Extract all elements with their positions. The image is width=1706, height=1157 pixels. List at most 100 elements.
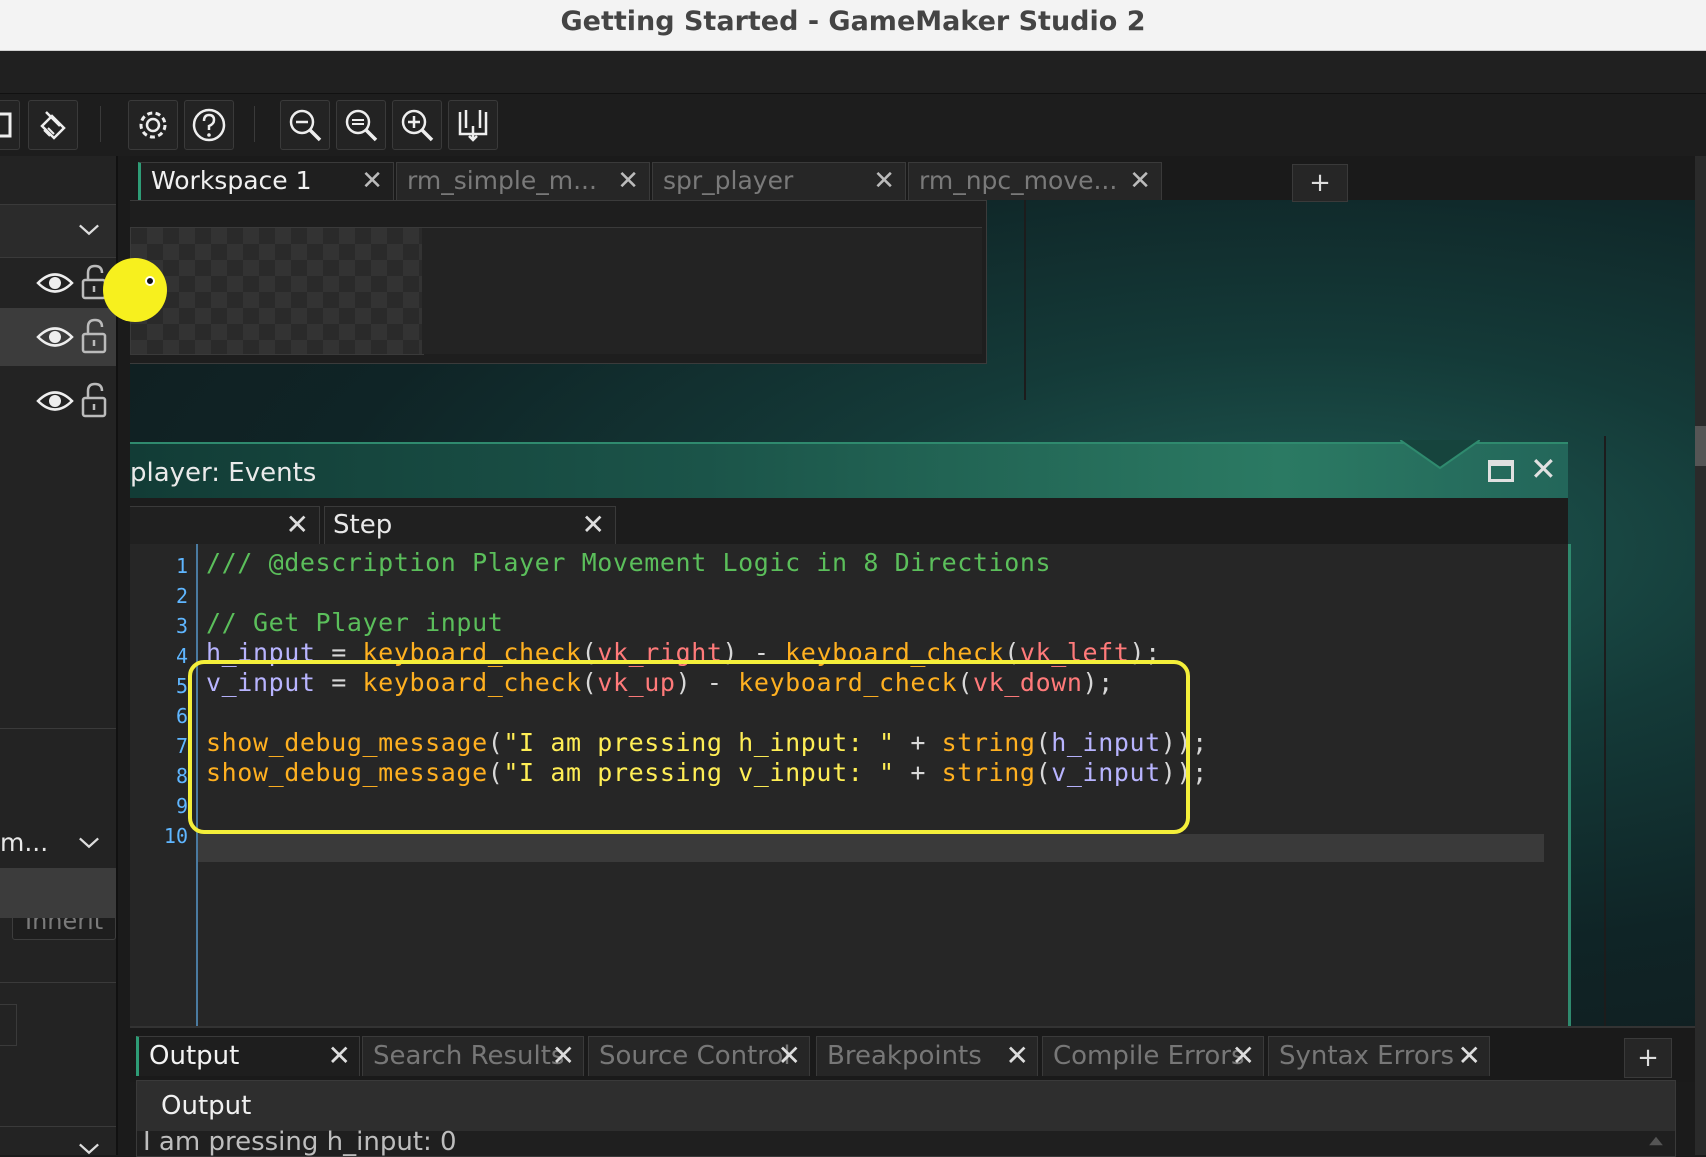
instance-dropdown[interactable]: m... [0, 818, 116, 868]
help-button[interactable] [184, 100, 234, 150]
code-line: // Get Player input [206, 608, 503, 637]
zoom-out-button[interactable] [280, 100, 330, 150]
close-icon[interactable]: ✕ [1232, 1037, 1255, 1075]
stop-icon [0, 112, 12, 138]
panel-button[interactable] [0, 1004, 17, 1046]
settings-button[interactable] [128, 100, 178, 150]
events-window-title: player: Events [130, 458, 317, 488]
room-layers-panel: Inherit m... [0, 156, 118, 1155]
add-tab-button[interactable]: + [1292, 164, 1348, 202]
close-icon[interactable]: ✕ [873, 163, 895, 199]
chevron-down-icon [79, 837, 99, 849]
help-icon [192, 108, 226, 142]
line-number: 6 [175, 704, 188, 728]
close-icon[interactable]: ✕ [778, 1037, 801, 1075]
close-icon[interactable]: ✕ [1129, 163, 1151, 199]
tab-label: Source Control [599, 1041, 791, 1071]
close-icon[interactable]: ✕ [582, 507, 605, 543]
sprite-editor-area [422, 227, 982, 354]
tab-event-create[interactable]: ✕ [130, 506, 320, 544]
object-events-window: player: Events ✕ ✕ Step ✕ 1 2 3 4 5 6 7 … [130, 440, 1571, 1026]
tab-rm-simple[interactable]: rm_simple_m... ✕ [396, 162, 650, 200]
clean-button[interactable] [28, 100, 78, 150]
tab-label: Step [333, 510, 393, 540]
close-icon[interactable]: ✕ [617, 163, 639, 199]
sprite-eye [145, 276, 155, 286]
toolbar-separator [254, 106, 255, 142]
right-panel-strip [1695, 156, 1706, 1155]
scrollbar-thumb[interactable] [1695, 426, 1706, 466]
zoom-in-button[interactable] [392, 100, 442, 150]
layer-row-selected[interactable] [0, 308, 116, 366]
title-bar: Getting Started - GameMaker Studio 2 [0, 0, 1706, 51]
maximize-icon[interactable] [1488, 460, 1514, 482]
eye-icon [36, 391, 74, 411]
chevron-down-icon [79, 1143, 99, 1155]
line-number: 3 [175, 614, 188, 638]
toolbar-separator [100, 106, 101, 142]
code-token: /// @description Player Movement Logic i… [206, 548, 1052, 577]
sprite-editor-window [103, 200, 987, 364]
chevron-down-icon [79, 224, 99, 236]
tab-rm-npc-move[interactable]: rm_npc_move... ✕ [908, 162, 1162, 200]
tab-label: Output [149, 1041, 240, 1071]
close-icon[interactable]: ✕ [361, 163, 383, 199]
tab-label: Workspace 1 [151, 166, 312, 195]
window-title: Getting Started - GameMaker Studio 2 [560, 6, 1146, 37]
close-icon[interactable]: ✕ [1530, 450, 1557, 488]
line-number: 10 [163, 824, 188, 848]
output-log-line: I am pressing h_input: 0 [143, 1127, 457, 1157]
unlock-icon [81, 318, 107, 354]
add-output-tab-button[interactable]: + [1624, 1038, 1672, 1078]
tab-syntax-errors[interactable]: Syntax Errors ✕ [1268, 1036, 1490, 1076]
close-icon[interactable]: ✕ [1006, 1037, 1029, 1075]
tab-breakpoints[interactable]: Breakpoints ✕ [816, 1036, 1038, 1076]
tab-compile-errors[interactable]: Compile Errors ✕ [1042, 1036, 1264, 1076]
events-window-header[interactable]: player: Events ✕ [130, 440, 1568, 500]
tab-label: rm_npc_move... [919, 166, 1118, 195]
sprite-frame-preview[interactable] [103, 227, 424, 355]
tab-spr-player[interactable]: spr_player ✕ [652, 162, 906, 200]
close-icon[interactable]: ✕ [328, 1037, 351, 1075]
zoom-reset-button[interactable] [336, 100, 386, 150]
collapse-notch-icon [1400, 440, 1480, 470]
code-editor[interactable]: 1 2 3 4 5 6 7 8 9 10 /// @description Pl… [130, 544, 1571, 1026]
tab-output[interactable]: Output ✕ [136, 1036, 360, 1076]
zoom-out-icon [289, 109, 322, 142]
tab-label: Breakpoints [827, 1041, 982, 1071]
tab-label: Syntax Errors [1279, 1041, 1455, 1071]
tab-event-step[interactable]: Step ✕ [324, 506, 616, 544]
unlock-icon [81, 382, 107, 418]
eye-icon [36, 273, 74, 293]
line-number: 4 [175, 644, 188, 668]
divider [0, 1126, 116, 1127]
layer-row[interactable] [0, 366, 116, 418]
output-panel[interactable]: Output I am pressing h_input: 0 [136, 1080, 1676, 1157]
tab-label: spr_player [663, 166, 794, 195]
instance-dropdown-label: m... [0, 828, 49, 857]
close-icon[interactable]: ✕ [1458, 1037, 1481, 1075]
tab-search-results[interactable]: Search Results ✕ [362, 1036, 584, 1076]
tab-label: Search Results [373, 1041, 565, 1071]
workspace-tab-bar: Workspace 1 ✕ rm_simple_m... ✕ spr_playe… [130, 156, 1695, 202]
workspace-divider [1024, 200, 1026, 400]
eye-icon [36, 327, 74, 347]
stop-button[interactable] [0, 100, 20, 150]
fit-button[interactable] [448, 100, 498, 150]
code-line: /// @description Player Movement Logic i… [206, 548, 1051, 577]
layers-dropdown[interactable] [0, 204, 116, 258]
instance-row-selected[interactable] [0, 868, 116, 918]
tab-source-control[interactable]: Source Control ✕ [588, 1036, 810, 1076]
tab-workspace-1[interactable]: Workspace 1 ✕ [138, 162, 394, 200]
layer-row[interactable] [0, 258, 116, 308]
line-number: 8 [175, 764, 188, 788]
close-icon[interactable]: ✕ [552, 1037, 575, 1075]
output-panel-header: Output [137, 1081, 1675, 1131]
fit-icon [458, 110, 488, 142]
close-icon[interactable]: ✕ [286, 507, 309, 543]
scroll-up-icon [1649, 1136, 1663, 1146]
code-token: // Get Player input [206, 608, 504, 637]
workspace-divider [1604, 436, 1606, 1026]
line-number: 2 [175, 584, 188, 608]
divider [0, 982, 116, 983]
